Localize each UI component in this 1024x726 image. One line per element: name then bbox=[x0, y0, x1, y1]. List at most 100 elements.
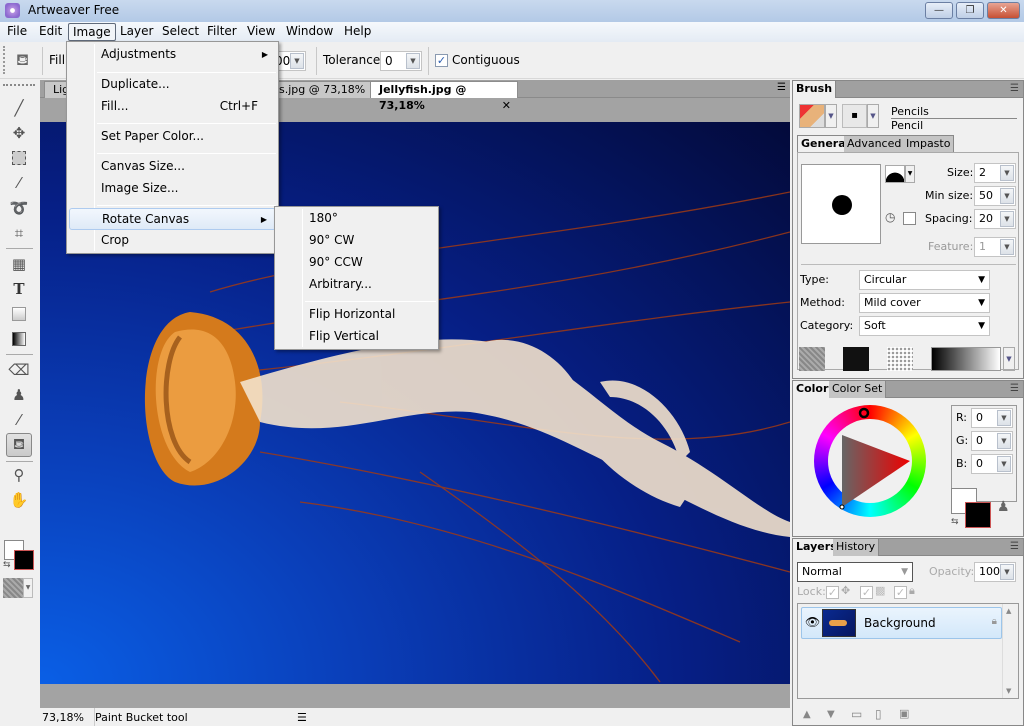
panel-menu-icon[interactable]: ☰ bbox=[1010, 83, 1019, 94]
brush-tip-icon[interactable]: ▪ bbox=[842, 104, 867, 128]
magic-wand-icon[interactable]: ⁄ bbox=[6, 171, 32, 195]
lock-all-checkbox[interactable]: ✓ bbox=[894, 586, 907, 599]
move-tool-icon[interactable]: ✥ bbox=[6, 121, 32, 145]
menu-select[interactable]: Select bbox=[158, 23, 203, 41]
contiguous-checkbox[interactable]: ✓ bbox=[435, 54, 448, 67]
brush-tool-icon[interactable]: ╱ bbox=[6, 96, 32, 120]
doc-tab-active[interactable]: Jellyfish.jpg @ 73,18% ✕ bbox=[370, 81, 518, 112]
size-field[interactable]: 2 ▼ bbox=[974, 163, 1016, 183]
lock-position-checkbox[interactable]: ✓ bbox=[826, 586, 839, 599]
chevron-down-icon[interactable]: ▼ bbox=[1000, 188, 1014, 204]
brush-shape-icon[interactable] bbox=[885, 165, 905, 183]
chevron-down-icon[interactable]: ▼ bbox=[997, 410, 1011, 426]
r-field[interactable]: 0 ▼ bbox=[971, 408, 1013, 428]
swap-colors-icon[interactable]: ⇆ bbox=[951, 517, 959, 527]
menu-item-rotate-180[interactable]: 180° bbox=[277, 208, 436, 230]
pressure-checkbox[interactable] bbox=[903, 212, 916, 225]
tab-impasto[interactable]: Impasto bbox=[903, 135, 955, 152]
panel-menu-icon[interactable]: ☰ bbox=[777, 82, 786, 93]
menu-item-rotate-arbitrary[interactable]: Arbitrary... bbox=[277, 274, 436, 296]
menu-layer[interactable]: Layer bbox=[116, 23, 157, 41]
hue-marker[interactable] bbox=[858, 407, 870, 419]
clone-stamp-icon[interactable]: ♟ bbox=[6, 383, 32, 407]
menu-filter[interactable]: Filter bbox=[203, 23, 241, 41]
close-button[interactable]: ✕ bbox=[987, 2, 1020, 19]
tab-color[interactable]: Color bbox=[793, 381, 833, 398]
status-menu-icon[interactable]: ☰ bbox=[297, 711, 307, 724]
menu-item-adjustments[interactable]: Adjustments ▶ bbox=[69, 44, 276, 66]
restore-button[interactable]: ❐ bbox=[956, 2, 984, 19]
tab-color-set[interactable]: Color Set bbox=[829, 381, 887, 398]
panel-menu-icon[interactable]: ☰ bbox=[1010, 383, 1019, 394]
doc-tab[interactable]: s.jpg @ 73,18% bbox=[270, 81, 375, 98]
scroll-down-icon[interactable]: ▼ bbox=[1006, 687, 1011, 695]
menu-image[interactable]: Image bbox=[68, 23, 116, 41]
menu-window[interactable]: Window bbox=[282, 23, 337, 41]
menu-help[interactable]: Help bbox=[340, 23, 375, 41]
menu-item-crop[interactable]: Crop bbox=[69, 230, 276, 252]
menu-item-set-paper-color[interactable]: Set Paper Color... bbox=[69, 126, 276, 148]
chevron-down-icon[interactable]: ▼ bbox=[1003, 347, 1015, 371]
tab-brush[interactable]: Brush bbox=[793, 81, 837, 98]
min-size-field[interactable]: 50 ▼ bbox=[974, 186, 1016, 206]
chevron-down-icon[interactable]: ▼ bbox=[290, 53, 304, 69]
paint-bucket-tool-icon[interactable]: ⛾ bbox=[6, 433, 32, 457]
chevron-down-icon[interactable]: ▼ bbox=[23, 578, 33, 598]
foreground-color-swatch[interactable] bbox=[14, 550, 34, 570]
tolerance-field[interactable]: 0 ▼ bbox=[380, 51, 422, 71]
delete-layer-icon[interactable]: ▣ bbox=[899, 707, 909, 720]
layer-row[interactable]: 👁︎ Background 🔒︎ bbox=[801, 607, 1002, 639]
pattern-swatch[interactable] bbox=[887, 347, 913, 371]
move-layer-up-icon[interactable]: ▲ bbox=[803, 709, 811, 720]
new-group-icon[interactable]: ▭ bbox=[851, 707, 862, 721]
chevron-down-icon[interactable]: ▼ bbox=[1000, 564, 1014, 580]
lock-pixels-checkbox[interactable]: ✓ bbox=[860, 586, 873, 599]
menu-item-rotate-90-cw[interactable]: 90° CW bbox=[277, 230, 436, 252]
b-field[interactable]: 0 ▼ bbox=[971, 454, 1013, 474]
shape-tool-icon[interactable] bbox=[6, 302, 32, 326]
menu-item-image-size[interactable]: Image Size... bbox=[69, 178, 276, 200]
chevron-down-icon[interactable]: ▼ bbox=[1000, 211, 1014, 227]
perspective-tool-icon[interactable]: ▦ bbox=[6, 252, 32, 276]
gradient-swatch[interactable] bbox=[931, 347, 1001, 371]
paper-texture-swatch[interactable] bbox=[799, 347, 825, 371]
layers-scrollbar[interactable]: ▲ ▼ bbox=[1002, 604, 1018, 698]
chevron-down-icon[interactable]: ▼ bbox=[905, 165, 915, 183]
move-layer-down-icon[interactable]: ▼ bbox=[827, 709, 835, 720]
crop-tool-icon[interactable]: ⌗ bbox=[6, 221, 32, 245]
scroll-up-icon[interactable]: ▲ bbox=[1006, 607, 1011, 615]
text-tool-icon[interactable]: T bbox=[6, 277, 32, 301]
menu-item-canvas-size[interactable]: Canvas Size... bbox=[69, 156, 276, 178]
method-select[interactable]: Mild cover ▼ bbox=[859, 293, 990, 313]
panel-menu-icon[interactable]: ☰ bbox=[1010, 541, 1019, 552]
swap-colors-icon[interactable]: ⇆ bbox=[3, 560, 11, 570]
tab-history[interactable]: History bbox=[833, 539, 880, 556]
hand-tool-icon[interactable]: ✋ bbox=[6, 488, 32, 512]
menu-view[interactable]: View bbox=[243, 23, 279, 41]
eyedropper-icon[interactable]: ⁄ bbox=[6, 408, 32, 432]
grain-swatch[interactable] bbox=[843, 347, 869, 371]
chevron-down-icon[interactable]: ▼ bbox=[406, 53, 420, 69]
lasso-icon[interactable]: ➰ bbox=[6, 196, 32, 220]
chevron-down-icon[interactable]: ▼ bbox=[825, 104, 837, 128]
tab-advanced[interactable]: Advanced bbox=[844, 135, 906, 152]
blend-mode-select[interactable]: Normal ▼ bbox=[797, 562, 913, 582]
eye-icon[interactable]: 👁︎ bbox=[805, 615, 820, 629]
chevron-down-icon[interactable]: ▼ bbox=[997, 433, 1011, 449]
menu-item-rotate-90-ccw[interactable]: 90° CCW bbox=[277, 252, 436, 274]
spacing-field[interactable]: 20 ▼ bbox=[974, 209, 1016, 229]
menu-item-flip-horizontal[interactable]: Flip Horizontal bbox=[277, 304, 436, 326]
minimize-button[interactable]: — bbox=[925, 2, 953, 19]
rectangle-select-icon[interactable] bbox=[6, 146, 32, 170]
color-marker[interactable] bbox=[839, 504, 845, 510]
toolbar-grip[interactable] bbox=[3, 46, 6, 74]
menu-item-fill[interactable]: Fill... Ctrl+F bbox=[69, 96, 276, 118]
brush-category-icon[interactable] bbox=[799, 104, 825, 128]
pressure-icon[interactable]: ◷ bbox=[885, 210, 895, 224]
menu-item-rotate-canvas[interactable]: Rotate Canvas ▶ bbox=[69, 208, 276, 230]
saturation-triangle[interactable] bbox=[814, 405, 926, 517]
paper-texture-swatch[interactable] bbox=[3, 578, 23, 598]
eraser-tool-icon[interactable]: ⌫ bbox=[6, 358, 32, 382]
chevron-down-icon[interactable]: ▼ bbox=[867, 104, 879, 128]
foreground-color-swatch[interactable] bbox=[965, 502, 991, 528]
